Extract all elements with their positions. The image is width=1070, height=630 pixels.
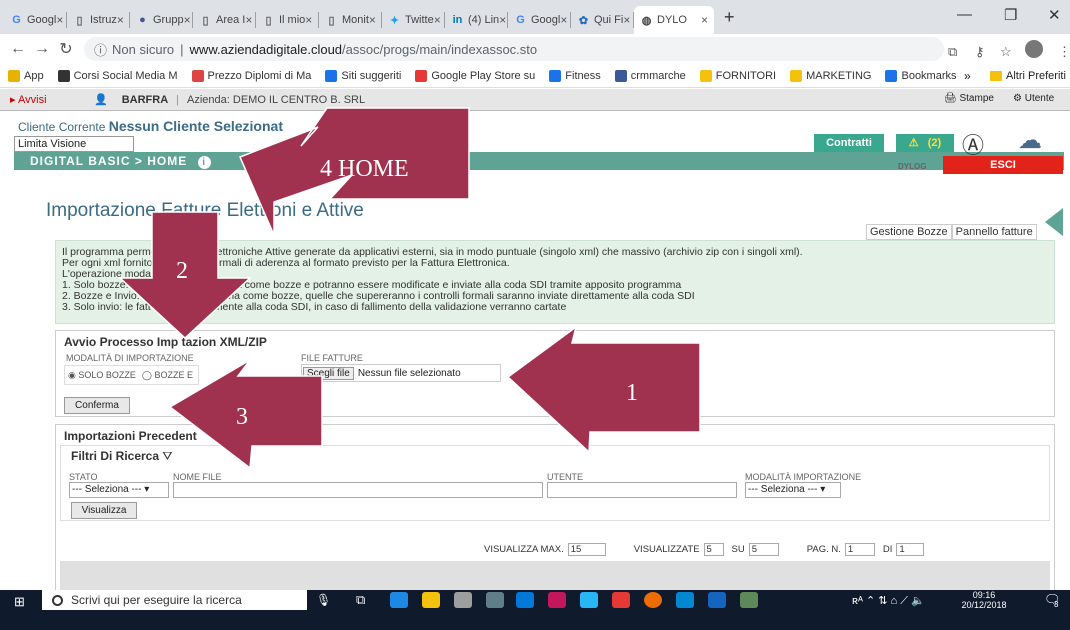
app-icon[interactable] — [580, 592, 598, 608]
annotation-label-1: 1 — [626, 380, 638, 406]
app2-icon[interactable] — [612, 592, 630, 608]
task-view-icon[interactable]: ⧉ — [356, 592, 365, 608]
onenote-icon[interactable] — [548, 592, 566, 608]
taskbar-search[interactable]: Scrivi qui per eseguire la ricerca — [42, 590, 307, 610]
annotation-label-4: 4 HOME — [320, 156, 409, 182]
annotation-label-2: 2 — [176, 258, 188, 284]
excel-icon[interactable] — [740, 592, 758, 608]
word-icon[interactable] — [708, 592, 726, 608]
microphone-icon[interactable]: 🎙 — [316, 593, 331, 607]
chrome-icon[interactable] — [644, 592, 662, 608]
arrow-1 — [506, 325, 701, 454]
annotation-arrows — [118, 107, 701, 470]
system-tray-icons[interactable]: ʀᴬ ⌃ ⇅ ⌂ ⟋ 🔈 — [852, 594, 925, 608]
cortana-circle-icon — [52, 594, 63, 606]
clock[interactable]: 09:16 20/12/2018 — [954, 590, 1014, 610]
clock-date: 20/12/2018 — [961, 600, 1007, 610]
annotation-label-3: 3 — [236, 404, 248, 430]
windows-start-icon[interactable]: ⊞ — [14, 594, 25, 610]
edge-icon[interactable] — [390, 592, 408, 608]
outlook-icon[interactable] — [516, 592, 534, 608]
wifi-app-icon[interactable] — [676, 592, 694, 608]
mail-icon[interactable] — [454, 592, 472, 608]
store-icon[interactable] — [486, 592, 504, 608]
taskbar-search-placeholder: Scrivi qui per eseguire la ricerca — [71, 593, 242, 607]
explorer-icon[interactable] — [422, 592, 440, 608]
notification-count: 3 — [1054, 600, 1059, 609]
clock-time: 09:16 — [972, 590, 996, 600]
